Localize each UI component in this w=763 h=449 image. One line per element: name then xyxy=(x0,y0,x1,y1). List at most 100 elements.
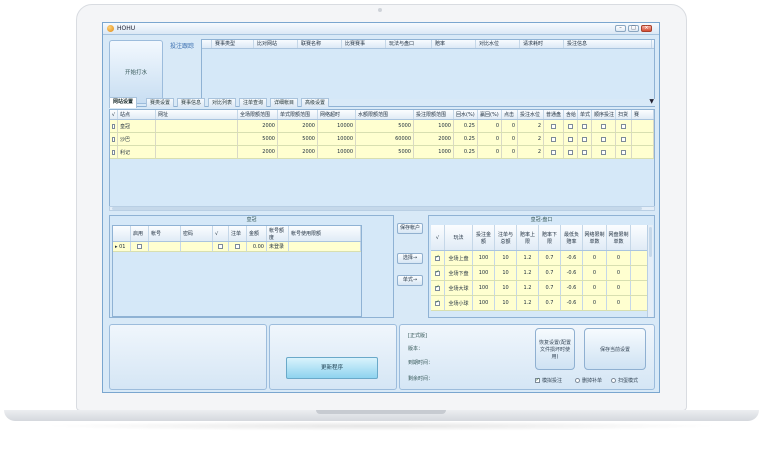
password-field[interactable] xyxy=(181,242,213,251)
account-row[interactable]: ▸ 01 0.00 未登录 xyxy=(113,242,361,252)
scrollbar-thumb[interactable] xyxy=(112,207,642,210)
note-checkbox[interactable] xyxy=(229,242,247,251)
normal-checkbox[interactable] xyxy=(544,120,564,132)
bet-level[interactable]: 2 xyxy=(518,133,544,145)
odds-col[interactable]: 网络限制单数 xyxy=(583,225,607,250)
single-checkbox[interactable] xyxy=(578,133,592,145)
winback[interactable]: 0 xyxy=(478,120,502,132)
min-negative-odds[interactable]: -0.6 xyxy=(561,266,583,280)
odds-row-checkbox[interactable] xyxy=(431,251,445,265)
site-col[interactable]: 顺序投注 xyxy=(592,110,616,119)
net-limit[interactable]: 0 xyxy=(583,251,607,265)
remove-supplement-radio[interactable] xyxy=(575,378,580,383)
tab-match-info[interactable]: 赛事信息 xyxy=(177,98,206,107)
account-col[interactable]: 注单 xyxy=(229,226,247,241)
tracking-col[interactable]: 对比水位 xyxy=(476,40,520,48)
site-col[interactable]: 赢回(%) xyxy=(478,110,502,119)
odds-col[interactable]: 投注金额 xyxy=(473,225,495,250)
full-limit[interactable]: 2000 xyxy=(238,120,278,132)
tracking-col[interactable]: 比对网站 xyxy=(254,40,298,48)
sweep-checkbox[interactable] xyxy=(616,133,632,145)
close-button[interactable]: × xyxy=(641,25,652,32)
odds-row-checkbox[interactable] xyxy=(431,281,445,295)
odds-grid-scrollbar[interactable] xyxy=(647,225,653,317)
odds-col[interactable]: √ xyxy=(431,225,445,250)
min-negative-odds[interactable]: -0.6 xyxy=(561,281,583,295)
site-col[interactable]: 投注水位 xyxy=(518,110,544,119)
tab-site-settings[interactable]: 网站设置 xyxy=(109,97,138,108)
single-checkbox[interactable] xyxy=(578,120,592,132)
bet-ratio[interactable]: 10 xyxy=(495,281,517,295)
site-row-checkbox[interactable] xyxy=(110,120,118,132)
net-limit[interactable]: 0 xyxy=(583,296,607,310)
site-settings-grid[interactable]: √ 站点 网址 全场限额范围 单式限额范围 网络超时 水额限额范围 投注限额范围… xyxy=(109,109,655,207)
odds-upper[interactable]: 1.2 xyxy=(517,281,539,295)
odds-row[interactable]: 全场上盘 100 10 1.2 0.7 -0.6 0 0 xyxy=(431,251,647,266)
tracking-col[interactable]: 投注信息 xyxy=(564,40,652,48)
site-col[interactable]: 单式限额范围 xyxy=(278,110,318,119)
sweep-checkbox[interactable] xyxy=(616,146,632,158)
site-col[interactable]: 赛 xyxy=(632,110,654,119)
sweep-mode-radio[interactable] xyxy=(611,378,616,383)
include-checkbox[interactable] xyxy=(564,146,578,158)
tab-advanced-settings[interactable]: 高级设置 xyxy=(301,98,330,107)
simulate-bet-checkbox[interactable] xyxy=(535,377,540,383)
include-checkbox[interactable] xyxy=(564,133,578,145)
minimize-button[interactable]: – xyxy=(615,25,626,32)
bet-amount[interactable]: 100 xyxy=(473,281,495,295)
site-col[interactable]: 全场限额范围 xyxy=(238,110,278,119)
min-negative-odds[interactable]: -0.6 xyxy=(561,296,583,310)
restore-settings-button[interactable]: 恢复设置(配置文件损坏时使用) xyxy=(535,328,575,370)
account-col[interactable]: 金额 xyxy=(247,226,267,241)
bet-ratio[interactable]: 10 xyxy=(495,296,517,310)
rebate[interactable]: 0.25 xyxy=(454,120,478,132)
site-col[interactable]: 水额限额范围 xyxy=(356,110,414,119)
rebate[interactable]: 0.25 xyxy=(454,146,478,158)
site-url[interactable] xyxy=(156,133,238,145)
full-limit[interactable]: 5000 xyxy=(238,133,278,145)
site-col[interactable]: 投注限额范围 xyxy=(414,110,454,119)
water-limit[interactable]: 5000 xyxy=(356,120,414,132)
tab-detail-account[interactable]: 详细帐目 xyxy=(270,98,299,107)
tracking-col[interactable]: 联赛名称 xyxy=(298,40,342,48)
odds-row[interactable]: 全场下盘 100 10 1.2 0.7 -0.6 0 0 xyxy=(431,266,647,281)
account-col[interactable]: 帐号 xyxy=(149,226,181,241)
account-col[interactable]: 帐号使用限额 xyxy=(289,226,361,241)
site-row-checkbox[interactable] xyxy=(110,146,118,158)
site-row-checkbox[interactable] xyxy=(110,133,118,145)
start-button[interactable]: 开始打水 xyxy=(109,40,163,104)
tracking-table[interactable]: 赛事类型 比对网站 联赛名称 比赛赛事 玩法与盘口 赔率 对比水位 请求耗时 投… xyxy=(201,39,655,99)
site-row[interactable]: 利记 2000 2000 10000 5000 1000 0.25 0 0 2 xyxy=(110,146,654,159)
odds-col[interactable]: 注单与总额 xyxy=(495,225,517,250)
account-limit[interactable] xyxy=(289,242,361,251)
odds-row-checkbox[interactable] xyxy=(431,266,445,280)
water-limit[interactable]: 60000 xyxy=(356,133,414,145)
site-grid-scrollbar[interactable] xyxy=(109,206,655,211)
tracking-col[interactable]: 赛事类型 xyxy=(212,40,254,48)
odds-col[interactable]: 玩法 xyxy=(445,225,473,250)
odds-lower[interactable]: 0.7 xyxy=(539,251,561,265)
disk-limit[interactable]: 0 xyxy=(607,281,631,295)
bet-limit[interactable]: 1000 xyxy=(414,120,454,132)
normal-checkbox[interactable] xyxy=(544,146,564,158)
odds-lower[interactable]: 0.7 xyxy=(539,296,561,310)
timeout[interactable]: 10000 xyxy=(318,133,356,145)
maximize-button[interactable]: □ xyxy=(628,25,639,32)
tracking-col[interactable]: 赔率 xyxy=(432,40,476,48)
site-col[interactable]: 扫货 xyxy=(616,110,632,119)
odds-upper[interactable]: 1.2 xyxy=(517,251,539,265)
title-bar[interactable]: HOHU – □ × xyxy=(103,23,659,35)
single-button[interactable]: 单式→ xyxy=(397,275,423,286)
bet-level[interactable]: 2 xyxy=(518,146,544,158)
include-checkbox[interactable] xyxy=(564,120,578,132)
odds-upper[interactable]: 1.2 xyxy=(517,266,539,280)
disk-limit[interactable]: 0 xyxy=(607,251,631,265)
odds-lower[interactable]: 0.7 xyxy=(539,281,561,295)
account-field[interactable] xyxy=(149,242,181,251)
winback[interactable]: 0 xyxy=(478,146,502,158)
tab-bet-query[interactable]: 注单查询 xyxy=(239,98,268,107)
site-col[interactable]: √ xyxy=(110,110,118,119)
normal-checkbox[interactable] xyxy=(544,133,564,145)
site-col[interactable]: 普通盘 xyxy=(544,110,564,119)
site-col[interactable]: 站点 xyxy=(118,110,156,119)
